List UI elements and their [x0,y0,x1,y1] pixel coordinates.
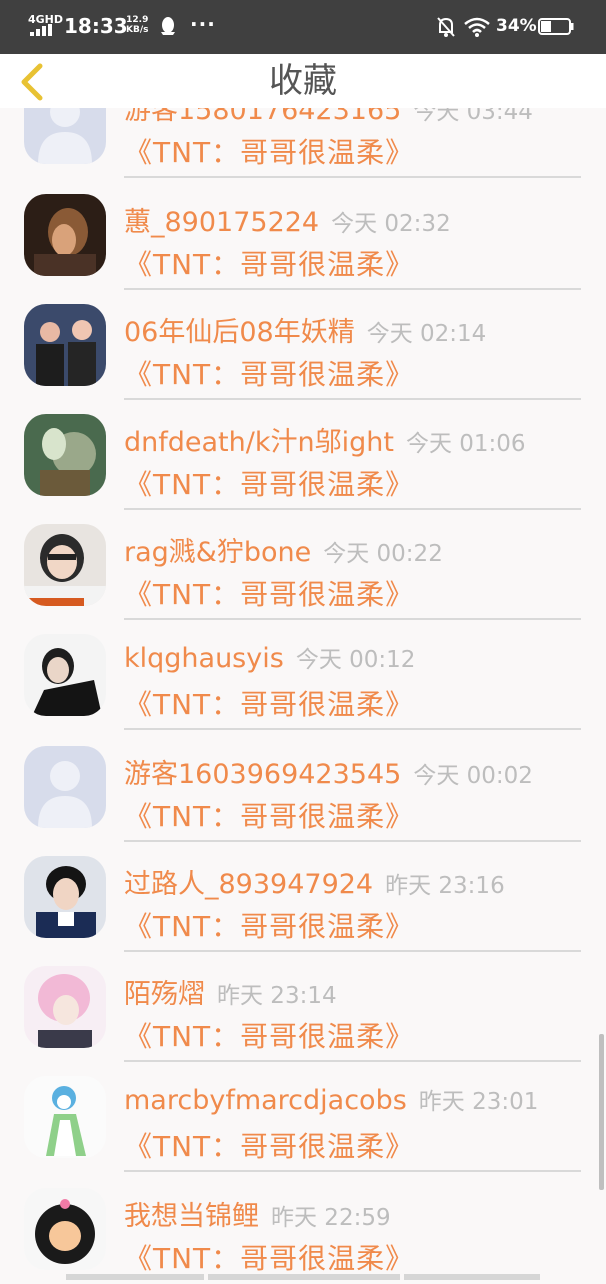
clock: 18:33 [64,14,128,38]
photo-avatar-icon[interactable] [24,856,106,938]
favorite-title[interactable]: 《TNT：哥哥很温柔》 [124,463,414,503]
list-item[interactable]: 蕙_890175224 今天 02:32 《TNT：哥哥很温柔》 [0,180,606,290]
favorite-title[interactable]: 《TNT：哥哥很温柔》 [124,795,414,835]
photo-avatar-icon[interactable] [24,414,106,496]
photo-avatar-icon[interactable] [24,524,106,606]
status-bar: 4GHD 18:33 12.9 KB/s ··· 34% [0,0,606,54]
timestamp: 昨天 22:59 [271,1205,391,1231]
net-speed-value: 12.9 [126,15,149,25]
bottom-indicator [66,1274,204,1280]
bottom-indicator [404,1274,540,1280]
timestamp: 今天 02:14 [366,321,487,347]
mute-bell-icon [437,17,455,37]
battery-icon [538,18,574,35]
favorite-title[interactable]: 《TNT：哥哥很温柔》 [124,1237,414,1277]
photo-avatar-icon[interactable] [24,966,106,1048]
default-avatar-icon[interactable] [24,746,106,828]
user-name: 陌殇熠 昨天 23:14 [124,979,337,1010]
user-name: klqghausyis 今天 00:12 [124,643,416,674]
qq-penguin-icon [161,17,175,35]
timestamp: 今天 01:06 [405,431,526,457]
favorite-title[interactable]: 《TNT：哥哥很温柔》 [124,905,414,945]
more-icon: ··· [190,12,216,36]
divider [124,176,581,178]
favorite-title[interactable]: 《TNT：哥哥很温柔》 [124,1125,414,1165]
photo-avatar-icon[interactable] [24,1076,106,1158]
timestamp: 昨天 23:14 [217,983,337,1009]
user-name: 蕙_890175224 今天 02:32 [124,207,451,238]
user-name: 游客1603969423545 今天 00:02 [124,759,533,790]
photo-avatar-icon[interactable] [24,634,106,716]
wifi-icon [464,17,490,37]
user-name: 06年仙后08年妖精 今天 02:14 [124,317,487,348]
list-item[interactable]: klqghausyis 今天 00:12 《TNT：哥哥很温柔》 [0,620,606,730]
list-item[interactable]: dnfdeath/k汁n邬ight 今天 01:06 《TNT：哥哥很温柔》 [0,400,606,510]
favorite-title[interactable]: 《TNT：哥哥很温柔》 [124,353,414,393]
photo-avatar-icon[interactable] [24,1188,106,1270]
favorites-list: 游客1580176423165 今天 03:44 《TNT：哥哥很温柔》 蕙_89… [0,0,606,1280]
timestamp: 今天 00:22 [323,541,443,567]
net-speed-unit: KB/s [126,25,149,35]
user-name: 过路人_893947924 昨天 23:16 [124,869,505,900]
timestamp: 昨天 23:01 [418,1089,539,1115]
battery-level: 34% [496,16,537,36]
timestamp: 今天 02:32 [331,211,451,237]
signal-icon [30,24,56,36]
app-header: 收藏 [0,54,606,108]
list-item[interactable]: 陌殇熠 昨天 23:14 《TNT：哥哥很温柔》 [0,952,606,1062]
photo-avatar-icon[interactable] [24,304,106,386]
list-item[interactable]: 过路人_893947924 昨天 23:16 《TNT：哥哥很温柔》 [0,842,606,952]
list-item[interactable]: marcbyfmarcdjacobs 昨天 23:01 《TNT：哥哥很温柔》 [0,1062,606,1172]
user-name: rag溅&狞bone 今天 00:22 [124,537,443,568]
timestamp: 昨天 23:16 [385,873,505,899]
favorite-title[interactable]: 《TNT：哥哥很温柔》 [124,573,414,613]
favorite-title[interactable]: 《TNT：哥哥很温柔》 [124,131,414,171]
net-speed: 12.9 KB/s [126,15,148,35]
scrollbar[interactable] [599,1034,604,1190]
bottom-indicator [208,1274,400,1280]
timestamp: 今天 00:02 [413,763,533,789]
list-item[interactable]: 06年仙后08年妖精 今天 02:14 《TNT：哥哥很温柔》 [0,290,606,400]
user-name: dnfdeath/k汁n邬ight 今天 01:06 [124,427,526,458]
user-name: 我想当锦鲤 昨天 22:59 [124,1201,391,1232]
page-title: 收藏 [269,61,337,101]
list-item[interactable]: 游客1603969423545 今天 00:02 《TNT：哥哥很温柔》 [0,732,606,842]
list-item[interactable]: 我想当锦鲤 昨天 22:59 《TNT：哥哥很温柔》 [0,1174,606,1284]
divider [124,728,581,730]
divider [124,1170,581,1172]
user-name: marcbyfmarcdjacobs 昨天 23:01 [124,1085,539,1116]
list-item[interactable]: rag溅&狞bone 今天 00:22 《TNT：哥哥很温柔》 [0,510,606,620]
favorite-title[interactable]: 《TNT：哥哥很温柔》 [124,683,414,723]
favorite-title[interactable]: 《TNT：哥哥很温柔》 [124,243,414,283]
photo-avatar-icon[interactable] [24,194,106,276]
timestamp: 今天 00:12 [295,647,416,673]
favorite-title[interactable]: 《TNT：哥哥很温柔》 [124,1015,414,1055]
